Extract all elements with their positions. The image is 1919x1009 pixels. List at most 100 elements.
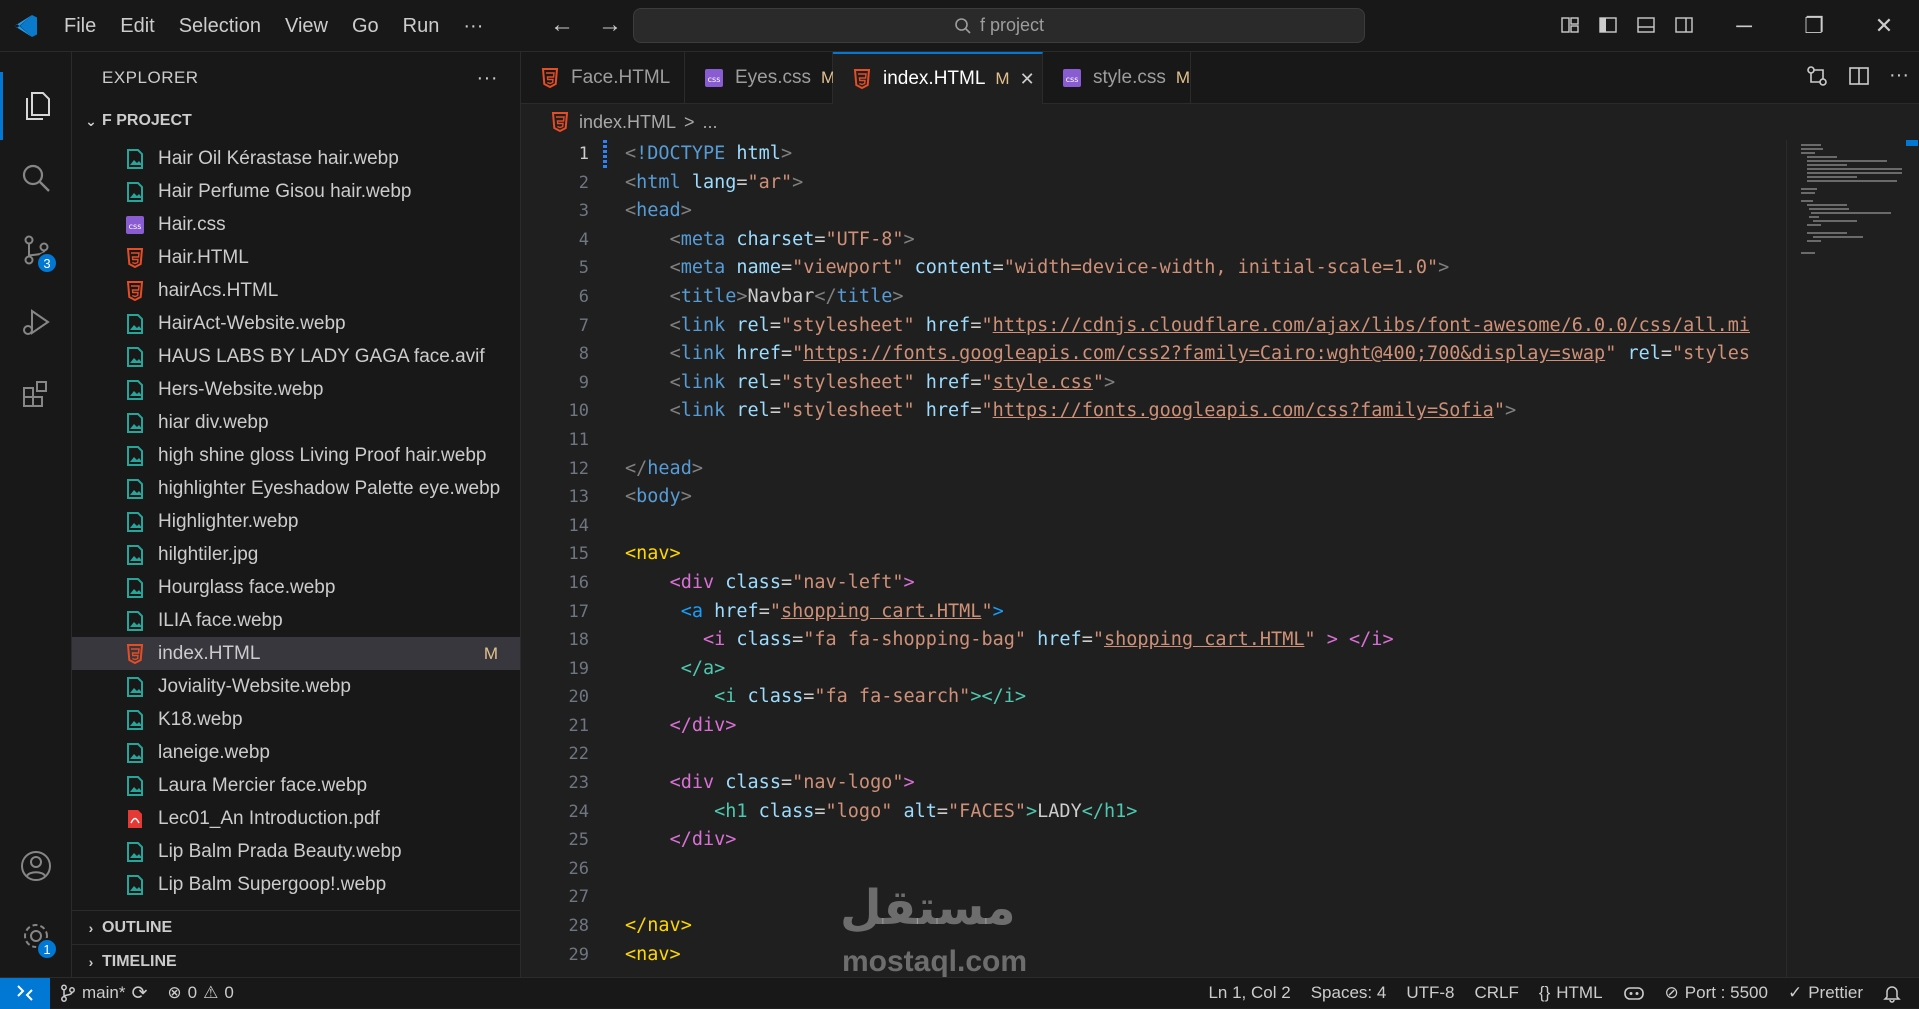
remote-indicator-icon[interactable] [0, 977, 50, 1009]
close-tab-icon[interactable]: ✕ [1020, 69, 1035, 90]
line-number: 2 [578, 172, 589, 193]
file-item[interactable]: Lec01_An Introduction.pdf [72, 802, 520, 835]
extensions-icon[interactable] [0, 360, 72, 428]
file-item[interactable]: K18.webp [72, 703, 520, 736]
file-item[interactable]: ILIA face.webp [72, 604, 520, 637]
explorer-more-actions-icon[interactable]: ··· [477, 67, 498, 90]
chevron-down-icon: ⌄ [85, 112, 97, 129]
editor-scrollbar[interactable] [1904, 140, 1919, 977]
file-item[interactable]: laneige.webp [72, 736, 520, 769]
split-editor-icon[interactable] [1847, 64, 1871, 88]
editor-tab[interactable]: css Eyes.css M [685, 52, 835, 104]
cursor-position[interactable]: Ln 1, Col 2 [1198, 978, 1300, 1009]
file-name: Lec01_An Introduction.pdf [158, 807, 380, 829]
outline-section[interactable]: › OUTLINE [72, 910, 520, 944]
image-file-icon [124, 610, 146, 632]
live-server-status[interactable]: ⊘ Port : 5500 [1655, 978, 1778, 1009]
file-item[interactable]: hairAcs.HTML [72, 274, 520, 307]
file-item[interactable]: hilghtiler.jpg [72, 538, 520, 571]
line-number: 26 [568, 858, 589, 879]
file-item[interactable]: high shine gloss Living Proof hair.webp [72, 439, 520, 472]
file-item[interactable]: Hourglass face.webp [72, 571, 520, 604]
html-file-icon [549, 111, 571, 133]
toggle-secondary-sidebar-icon[interactable] [1670, 11, 1698, 39]
file-item[interactable]: Hair Perfume Gisou hair.webp [72, 175, 520, 208]
file-item[interactable]: Joviality-Website.webp [72, 670, 520, 703]
branch-status[interactable]: main* ⟳ [50, 978, 157, 1009]
file-item[interactable]: highlighter Eyeshadow Palette eye.webp [72, 472, 520, 505]
activity-bar: 3 1 [0, 52, 72, 977]
eol-status[interactable]: CRLF [1464, 978, 1528, 1009]
editor-tab[interactable]: Face.HTML [521, 52, 685, 104]
prettier-label: Prettier [1808, 983, 1863, 1002]
line-number: 12 [568, 458, 589, 479]
editor-tabs: Face.HTML css Eyes.css Mindex.HTML M ✕ css styl… [521, 52, 1919, 104]
file-item[interactable]: hiar div.webp [72, 406, 520, 439]
code-line: <h1 class="logo" alt="FACES">LADY</h1> [714, 800, 1138, 822]
editor-tab[interactable]: index.HTML M ✕ [833, 52, 1043, 104]
restore-icon[interactable]: ❐ [1779, 0, 1849, 52]
search-icon[interactable] [0, 144, 72, 212]
tab-label: Face.HTML [571, 67, 671, 88]
sync-icon[interactable]: ⟳ [131, 982, 147, 1005]
code-line: <nav> [625, 543, 681, 565]
menu-item[interactable]: View [273, 8, 340, 44]
notifications-bell-icon[interactable] [1873, 978, 1919, 1009]
editor-tab[interactable]: css style.css M [1043, 52, 1191, 104]
prettier-status[interactable]: ✓ Prettier [1778, 978, 1873, 1009]
compare-changes-icon[interactable] [1805, 64, 1829, 88]
code-line: <link rel="stylesheet" href="style.css"> [669, 371, 1116, 393]
file-name: HAUS LABS BY LADY GAGA face.avif [158, 345, 485, 367]
toggle-primary-sidebar-icon[interactable] [1594, 11, 1622, 39]
file-item[interactable]: Lip Balm Supergoop!.webp [72, 868, 520, 901]
indentation-status[interactable]: Spaces: 4 [1301, 978, 1397, 1009]
menu-item[interactable]: File [52, 8, 108, 44]
svg-text:css: css [708, 75, 721, 84]
code-line: <head> [625, 200, 692, 222]
toggle-panel-icon[interactable] [1632, 11, 1660, 39]
file-item[interactable]: Hers-Website.webp [72, 373, 520, 406]
encoding-status[interactable]: UTF-8 [1396, 978, 1464, 1009]
file-item[interactable]: Highlighter.webp [72, 505, 520, 538]
minimap[interactable] [1786, 140, 1904, 977]
copilot-icon[interactable] [1613, 978, 1655, 1009]
folder-header[interactable]: ⌄ F PROJECT [72, 104, 520, 138]
image-file-icon [124, 478, 146, 500]
command-center-search[interactable]: f project [633, 8, 1365, 43]
file-item[interactable]: index.HTML M [72, 637, 520, 670]
file-item[interactable]: HairAct-Website.webp [72, 307, 520, 340]
close-window-icon[interactable]: ✕ [1849, 0, 1919, 52]
image-file-icon [124, 445, 146, 467]
problems-status[interactable]: ⊗ 0 ⚠ 0 [157, 978, 243, 1009]
file-item[interactable]: Hair Oil Kérastase hair.webp [72, 142, 520, 175]
minimize-icon[interactable]: ─ [1709, 0, 1779, 52]
file-item[interactable]: HAUS LABS BY LADY GAGA face.avif [72, 340, 520, 373]
run-debug-icon[interactable] [0, 288, 72, 356]
explorer-icon[interactable] [0, 72, 72, 140]
menu-item[interactable]: ··· [451, 8, 495, 44]
menu-item[interactable]: Selection [167, 8, 273, 44]
file-item[interactable]: Hair.HTML [72, 241, 520, 274]
file-item[interactable]: css Hair.css [72, 208, 520, 241]
image-file-icon [124, 148, 146, 170]
customize-layout-icon[interactable] [1556, 11, 1584, 39]
timeline-section[interactable]: › TIMELINE [72, 944, 520, 978]
line-number: 27 [568, 887, 589, 908]
code-editor[interactable]: 1 2 3 4 5 6 7 8 9 10 11 12 13 14 15 16 17 18 19 20 21 22 23 24 2… [521, 140, 1786, 977]
modified-indicator: M [1175, 68, 1191, 87]
file-item[interactable]: Laura Mercier face.webp [72, 769, 520, 802]
forward-arrow-icon[interactable]: → [593, 8, 627, 42]
more-actions-icon[interactable]: ··· [1889, 64, 1909, 88]
accounts-icon[interactable] [0, 832, 72, 900]
menu-item[interactable]: Edit [108, 8, 166, 44]
code-content[interactable]: <!DOCTYPE html> <html lang="ar"> <head> … [625, 140, 1786, 969]
language-mode[interactable]: {} HTML [1529, 978, 1613, 1009]
breadcrumb-file[interactable]: index.HTML [579, 112, 676, 133]
menu-item[interactable]: Go [340, 8, 391, 44]
back-arrow-icon[interactable]: ← [545, 8, 579, 42]
settings-gear-icon[interactable]: 1 [0, 902, 72, 970]
source-control-icon[interactable]: 3 [0, 216, 72, 284]
file-item[interactable]: Lip Balm Prada Beauty.webp [72, 835, 520, 868]
menu-item[interactable]: Run [391, 8, 452, 44]
breadcrumb-symbol[interactable]: ... [703, 112, 718, 133]
